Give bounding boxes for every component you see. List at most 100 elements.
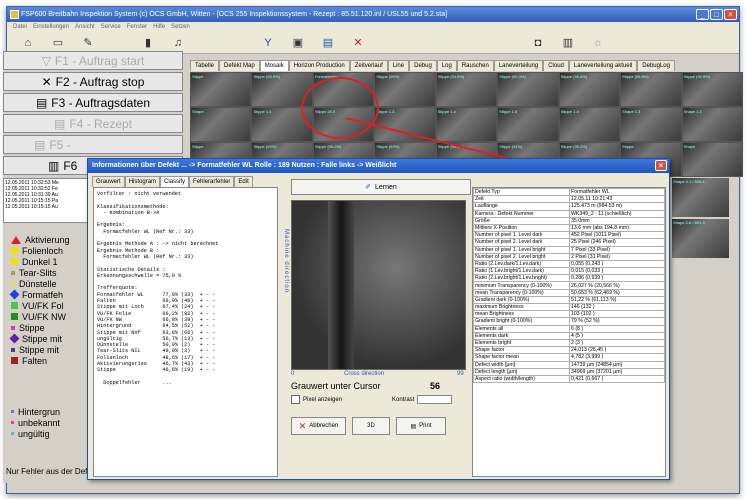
tab-laneverteilung[interactable]: Laneverteilung <box>493 60 544 71</box>
defect-properties-table[interactable]: Defekt Typ Formatfehler WL Zeit 12.05.11 10… <box>472 187 666 477</box>
mosaic-thumbnail[interactable]: Shape <box>191 108 251 141</box>
table-row[interactable]: Kamera : Defekt Nummer WK349_2 : 11 (schi… <box>473 209 665 218</box>
table-row[interactable]: Elements bright 2 (3 ) <box>473 338 665 348</box>
tab-histogram[interactable]: Histogram <box>124 176 161 187</box>
menu-item-ansicht[interactable]: Ansicht <box>75 22 95 32</box>
tab-laneverteilung-aktuell[interactable]: Laneverteilung aktuell <box>568 60 638 71</box>
mosaic-thumbnail[interactable]: Shape 1.3 <box>682 108 742 141</box>
table-row[interactable]: mean Brightness 103 (102 ) <box>473 310 665 319</box>
mosaic-thumbnail[interactable]: Stippe <box>191 73 251 106</box>
table-row[interactable]: Defekt Typ Formatfehler WL <box>473 188 665 197</box>
cross-icon[interactable]: ✕ <box>343 34 373 52</box>
table-row[interactable]: Ratio (2.Lev.dark/1.Lev.dark) 0,055 (0,24… <box>473 259 665 269</box>
pixel-anzeigen-checkbox[interactable] <box>291 395 300 404</box>
table-row[interactable]: Defect width [µm] 14739 µm (24854 µm) <box>473 360 665 369</box>
table-row[interactable]: Gradient dark (0-100%) 51,22 % (61,113 %) <box>473 295 665 305</box>
grid-icon[interactable]: ▣ <box>283 34 313 52</box>
tab-line[interactable]: Line <box>387 60 410 71</box>
table-row[interactable]: Shape factor mean 4,782 (3,999 ) <box>473 353 665 362</box>
table-row[interactable]: Zeit 12.05.11 10:21:43 <box>473 195 665 204</box>
blank-tool-icon-2[interactable] <box>193 34 223 52</box>
table-row[interactable]: Mittlere X-Position 13.6 mm (abs 194.8 mm… <box>473 223 665 233</box>
tab-debuglog[interactable]: DebugLog <box>637 60 675 71</box>
settings-icon[interactable]: ☼ <box>583 34 613 52</box>
mosaic-thumbnail[interactable]: Stippe (94.5%) <box>436 73 497 106</box>
dialog-close-button[interactable]: × <box>655 160 667 171</box>
f4-rezept-button[interactable]: ▤ F4 - Rezept <box>3 114 183 133</box>
table-row[interactable]: Aspect ratio (width/length) 0,421 (0,667 … <box>473 374 665 384</box>
mosaic-thumbnail[interactable]: Shape 1.3 <box>621 108 681 141</box>
f5-button[interactable]: ▤ F5 - <box>3 135 183 154</box>
filter-icon[interactable]: Y <box>253 34 283 52</box>
minimize-button[interactable]: _ <box>696 9 709 20</box>
menu-item-hilfe[interactable]: Hilfe <box>153 22 165 32</box>
blank-tool-icon-4[interactable] <box>373 34 523 52</box>
menu-item-service[interactable]: Service <box>101 22 121 32</box>
tab-log[interactable]: Log <box>436 60 457 71</box>
tab-cloud[interactable]: Cloud <box>543 60 569 71</box>
table-row[interactable]: Ratio (1.Lev.bright/1.Lev.dark) 0,015 (0,… <box>473 267 665 276</box>
home-icon[interactable]: ⌂ <box>13 34 43 52</box>
table-row[interactable]: Number of pixel 2. Level bright 2 Pixel (… <box>473 252 665 261</box>
mosaic-thumbnail[interactable]: Shape <box>682 143 742 176</box>
chart-icon[interactable]: ▥ <box>553 34 583 52</box>
table-row[interactable]: Shape factor 24,013 (26,45 ) <box>473 346 665 355</box>
table-row[interactable]: Number of pixel 2. Level dark 25 Pixel (2… <box>473 238 665 247</box>
table-row[interactable]: Ratio (2.Lev.bright/1.Lev.bright) 0,286 (… <box>473 274 665 283</box>
mosaic-thumbnail[interactable]: Stippe (90.4%) <box>498 73 558 106</box>
table-row[interactable]: maximum Brightness 146 (132 ) <box>473 302 665 312</box>
tab-defekt-map[interactable]: Defekt Map <box>219 60 260 71</box>
tab-horizon[interactable]: Horizon Production <box>288 60 350 71</box>
table-row[interactable]: Größe 35.0mm <box>473 216 665 225</box>
print-button[interactable]: ▤ Print <box>396 417 446 435</box>
tab-classify[interactable]: Classify <box>160 176 190 187</box>
defect-image[interactable] <box>291 200 466 370</box>
tab-debug[interactable]: Debug <box>409 60 437 71</box>
menu-item-fenster[interactable]: Fenster <box>127 22 147 32</box>
menu-item-datei[interactable]: Datei <box>13 22 27 32</box>
tools-icon[interactable]: ✎ <box>73 34 103 52</box>
table-row[interactable]: minimum Transparency (0-100%) 26,027 % (2… <box>473 281 665 290</box>
menu-item-einstellungen[interactable]: Einstellungen <box>33 22 69 32</box>
tab-tabelle[interactable]: Tabelle <box>190 60 220 71</box>
tab-zeitverlauf[interactable]: Zeitverlauf <box>349 60 388 71</box>
table-row[interactable]: Elements all 6 (8 ) <box>473 324 665 333</box>
blank-tool-icon[interactable] <box>103 34 133 52</box>
classification-text[interactable]: Vorfilter : nicht verwendet Klassifikati… <box>93 187 278 477</box>
document-icon[interactable]: ▮ <box>133 34 163 52</box>
message-log[interactable]: 12.05.2011 10:32:53 Me 12.05.2011 10:32:… <box>3 178 89 223</box>
f3-auftragsdaten-button[interactable]: ▤ F3 - Auftragsdaten <box>3 93 183 112</box>
tab-grauwert[interactable]: Grauwert <box>92 176 125 187</box>
mosaic-thumbnail[interactable]: Stippe (95.8%) <box>559 73 620 106</box>
table-row[interactable]: Number of pixel 1. Level bright 7 Pixel (… <box>473 245 665 254</box>
table-row[interactable]: Elements dark 4 (5 ) <box>473 331 665 340</box>
mosaic-thumbnail[interactable]: Shape 2.8 / 691.3 <box>672 219 729 258</box>
menu-item-setzen[interactable]: Setzen <box>171 22 190 32</box>
maximize-button[interactable]: □ <box>710 9 723 20</box>
monitor-icon[interactable]: ▭ <box>43 34 73 52</box>
f1-start-button[interactable]: ▽ F1 - Auftrag start <box>3 51 183 70</box>
3d-button[interactable]: 3D <box>352 417 390 435</box>
camera-icon[interactable]: ◘ <box>523 34 553 52</box>
tab-fehlerarfehler[interactable]: Fehlerarfehler <box>189 176 235 187</box>
mosaic-thumbnail[interactable]: Stippe (95.9%) <box>682 73 742 106</box>
lernen-button[interactable]: ✐ Lernen <box>291 179 471 195</box>
table-row[interactable]: Lauflänge 125.473 m (984.53 m) <box>473 202 665 211</box>
mosaic-thumbnail[interactable]: Stippe (95.8%) <box>621 73 681 106</box>
close-button[interactable]: × <box>724 9 737 20</box>
f2-stop-button[interactable]: ✕ F2 - Auftrag stop <box>3 72 183 91</box>
abbrechen-button[interactable]: ✕ Abbrechen <box>291 417 346 435</box>
mosaic-thumbnail[interactable]: Shape 5.1 / 534.4 <box>672 178 729 217</box>
kontrast-input[interactable] <box>417 395 453 404</box>
tab-edit[interactable]: Edit <box>234 176 253 187</box>
bell-icon[interactable]: ♫ <box>163 34 193 52</box>
table-row[interactable]: Number of pixel 1. Level dark 452 Pixel (… <box>473 231 665 240</box>
tab-rauschen[interactable]: Rauschen <box>456 60 494 71</box>
table-row[interactable]: mean Transparency (0-100%) 50,653 % (62,4… <box>473 288 665 297</box>
tab-mosaik[interactable]: Mosaik <box>259 60 289 71</box>
mosaic-thumbnail[interactable]: Stippe (95%) <box>375 73 435 106</box>
table-row[interactable]: Gradient bright (0-100%) 79 % (52 %) <box>473 317 665 326</box>
blank-tool-icon-3[interactable] <box>223 34 253 52</box>
database-icon[interactable]: ▤ <box>313 34 343 52</box>
table-row[interactable]: Defect length [µm] 34969 µm (37201 µm) <box>473 367 665 376</box>
